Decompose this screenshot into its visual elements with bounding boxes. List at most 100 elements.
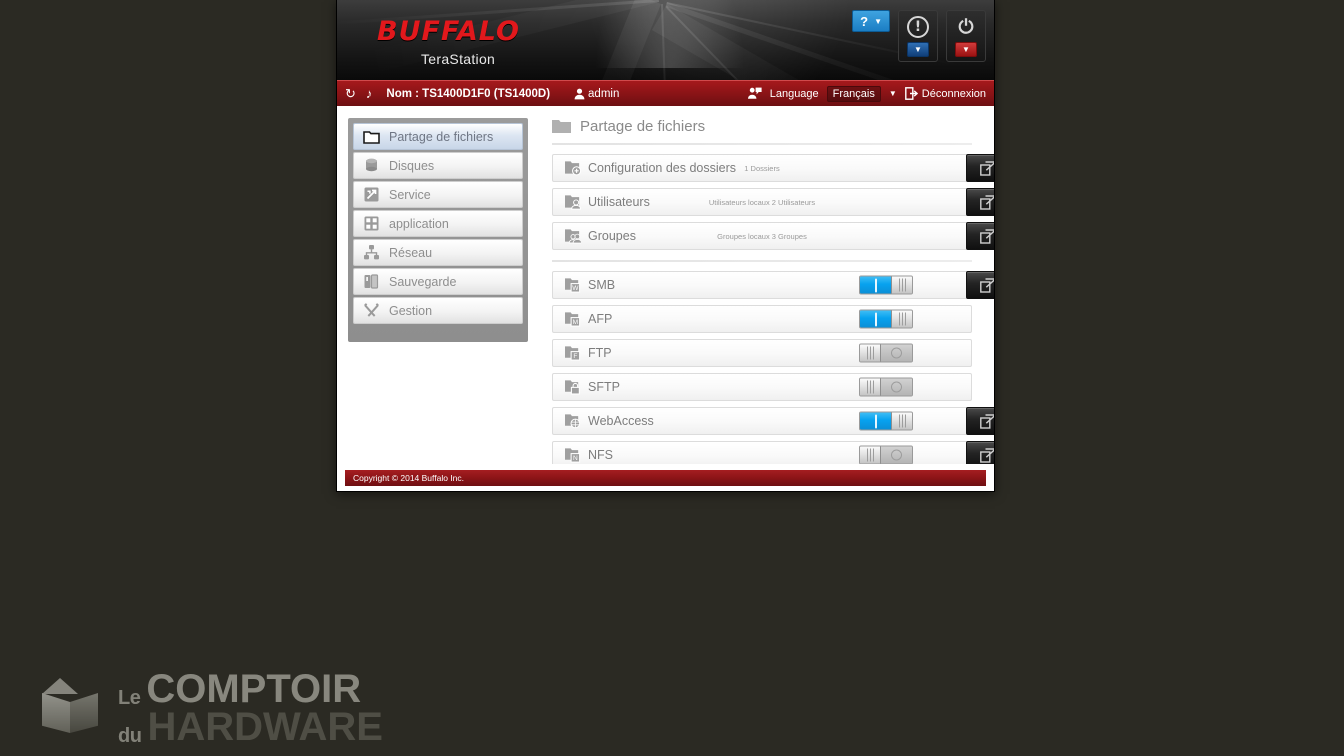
open-button[interactable]	[966, 188, 994, 216]
copyright-text: Copyright © 2014 Buffalo Inc.	[353, 472, 465, 483]
sidebar-item-label: Sauvegarde	[389, 274, 457, 289]
sidebar-item-partage-de-fichiers[interactable]: Partage de fichiers	[353, 123, 523, 150]
sidebar-item-service[interactable]: Service	[353, 181, 523, 208]
sidebar-item-reseau[interactable]: Réseau	[353, 239, 523, 266]
external-link-icon	[979, 194, 994, 210]
app-footer: Copyright © 2014 Buffalo Inc.	[337, 464, 994, 491]
external-link-icon	[979, 228, 994, 244]
external-link-icon	[979, 160, 994, 176]
sidebar-item-disques[interactable]: Disques	[353, 152, 523, 179]
row-meta: 1 Dossiers	[744, 163, 780, 173]
language-icon	[747, 87, 762, 99]
row-label: NFS	[588, 448, 613, 462]
sidebar-item-sauvegarde[interactable]: Sauvegarde	[353, 268, 523, 295]
row-label: Configuration des dossiers	[588, 161, 736, 175]
row-configuration-des-dossiers[interactable]: Configuration des dossiers 1 Dossiers	[552, 154, 994, 182]
app-header: BUFFALO TeraStation ? ▼ ! ▼ ⏻ ▼	[337, 0, 994, 80]
toggle-smb[interactable]	[859, 275, 913, 295]
row-utilisateurs[interactable]: Utilisateurs Utilisateurs locaux 2 Utili…	[552, 188, 994, 216]
page-header: Partage de fichiers	[552, 118, 972, 143]
desktop-background: Le COMPTOIR du HARDWARE BUFFALO TeraStat…	[0, 0, 1344, 756]
row-afp[interactable]: M AFP	[552, 305, 972, 333]
row-ftp[interactable]: F FTP	[552, 339, 972, 367]
row-sftp[interactable]: SFTP	[552, 373, 972, 401]
open-button[interactable]	[966, 154, 994, 182]
network-icon	[364, 245, 379, 260]
logout-button[interactable]: Déconnexion	[904, 87, 986, 100]
folder-w-icon: W	[565, 278, 581, 293]
watermark-line2-big: HARDWARE	[147, 705, 383, 749]
section-divider	[552, 260, 972, 262]
svg-text:N: N	[573, 455, 578, 462]
power-dropdown-button[interactable]: ▼	[955, 42, 977, 57]
folder-user-icon	[565, 195, 581, 210]
sidebar-item-application[interactable]: application	[353, 210, 523, 237]
open-button[interactable]	[966, 222, 994, 250]
external-link-icon	[979, 277, 994, 293]
app-body: Partage de fichiers Disques Service appl…	[337, 106, 994, 469]
sidebar-item-label: Service	[389, 187, 431, 202]
logout-label: Déconnexion	[921, 87, 986, 100]
terastation-admin-window: BUFFALO TeraStation ? ▼ ! ▼ ⏻ ▼ ↻ ♪ Nom …	[336, 0, 995, 492]
application-icon	[364, 216, 379, 231]
sidebar-item-gestion[interactable]: Gestion	[353, 297, 523, 324]
row-label: Utilisateurs	[588, 195, 650, 209]
user-icon	[574, 88, 585, 99]
alert-control-group: ! ▼	[898, 10, 938, 62]
refresh-icon[interactable]: ↻	[345, 86, 356, 102]
folder-m-icon: M	[565, 312, 581, 327]
toggle-sftp[interactable]	[859, 377, 913, 397]
language-value: Français	[832, 87, 875, 100]
header-controls: ? ▼ ! ▼ ⏻ ▼	[852, 10, 986, 62]
product-name: TeraStation	[421, 51, 496, 67]
language-select[interactable]: Français	[826, 85, 881, 102]
chevron-down-icon: ▼	[874, 16, 882, 26]
folder-group-icon	[565, 229, 581, 244]
page-title: Partage de fichiers	[580, 118, 706, 135]
main-content: Partage de fichiers Configuration des do…	[528, 118, 994, 469]
power-control-group: ⏻ ▼	[946, 10, 986, 62]
sidebar-item-label: Gestion	[389, 303, 433, 318]
user-name: admin	[588, 87, 620, 100]
backup-icon	[364, 274, 379, 289]
row-label: Groupes	[588, 229, 636, 243]
title-divider	[552, 143, 972, 145]
folder-lock-icon	[565, 380, 580, 395]
external-link-icon	[979, 413, 994, 429]
current-user: admin	[574, 88, 619, 100]
row-webaccess[interactable]: WebAccess	[552, 407, 994, 435]
disk-icon	[366, 158, 377, 172]
toggle-nfs[interactable]	[859, 445, 913, 465]
sidebar-item-label: Réseau	[389, 245, 433, 260]
service-icon	[364, 187, 379, 202]
tools-icon	[364, 303, 379, 317]
sound-icon[interactable]: ♪	[366, 86, 373, 101]
power-icon: ⏻	[958, 16, 974, 38]
row-smb[interactable]: W SMB	[552, 271, 994, 299]
sidebar-item-label: application	[389, 216, 449, 231]
open-button[interactable]	[966, 407, 994, 435]
folder-icon	[363, 131, 380, 144]
toggle-webaccess[interactable]	[859, 411, 913, 431]
toggle-ftp[interactable]	[859, 343, 913, 363]
toggle-afp[interactable]	[859, 309, 913, 329]
watermark-line1-big: COMPTOIR	[146, 667, 362, 711]
row-meta: Groupes locaux 3 Groupes	[717, 231, 807, 241]
row-groupes[interactable]: Groupes Groupes locaux 3 Groupes	[552, 222, 994, 250]
chevron-down-icon[interactable]: ▼	[889, 89, 897, 98]
help-button[interactable]: ? ▼	[852, 10, 890, 32]
alert-dropdown-button[interactable]: ▼	[907, 42, 929, 57]
open-button[interactable]	[966, 271, 994, 299]
logout-icon	[904, 87, 918, 100]
external-link-icon	[979, 447, 994, 463]
row-label: FTP	[588, 346, 612, 360]
row-label: WebAccess	[588, 414, 654, 428]
row-label: SFTP	[588, 380, 620, 394]
folder-add-icon	[565, 161, 581, 176]
header-glow	[595, 0, 745, 68]
device-name-label: Nom : TS1400D1F0 (TS1400D)	[386, 87, 551, 100]
folder-n-icon: N	[565, 448, 581, 463]
brand-logo: BUFFALO TeraStation	[377, 16, 520, 67]
svg-text:M: M	[573, 319, 578, 326]
folder-web-icon	[565, 414, 581, 429]
